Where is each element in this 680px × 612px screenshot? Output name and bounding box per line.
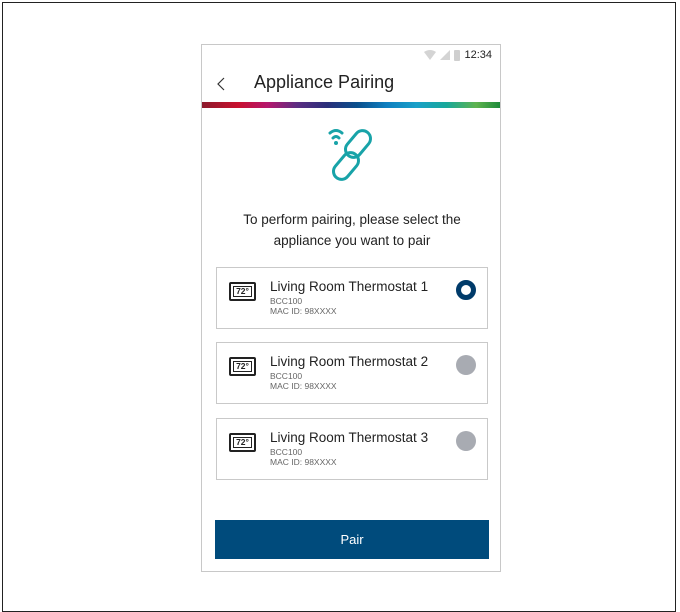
instructions-line-2: appliance you want to pair: [273, 233, 431, 248]
device-name: Living Room Thermostat 1: [270, 279, 429, 294]
phone-screen: 12:34 Appliance Pairing To perform pairi…: [201, 44, 501, 572]
device-model: BCC100: [270, 371, 303, 381]
battery-icon: [454, 49, 461, 61]
status-time: 12:34: [464, 49, 492, 61]
device-mac-id: MAC ID: 98XXXX: [270, 457, 337, 467]
instructions-line-1: To perform pairing, please select the: [243, 212, 461, 227]
thermostat-icon-label: 72°: [233, 437, 252, 448]
pair-button[interactable]: Pair: [215, 520, 489, 559]
device-name: Living Room Thermostat 2: [270, 354, 429, 369]
device-card-2[interactable]: 72° Living Room Thermostat 2 BCC100 MAC …: [216, 342, 488, 404]
radio-unselected[interactable]: [456, 431, 476, 451]
device-mac-id: MAC ID: 98XXXX: [270, 381, 337, 391]
radio-unselected[interactable]: [456, 355, 476, 375]
device-card-3[interactable]: 72° Living Room Thermostat 3 BCC100 MAC …: [216, 418, 488, 480]
device-name: Living Room Thermostat 3: [270, 430, 429, 445]
wifi-icon: [424, 50, 437, 60]
page-title: Appliance Pairing: [254, 72, 395, 92]
instructions-text: To perform pairing, please select the ap…: [218, 209, 486, 251]
radio-selected[interactable]: [456, 280, 476, 300]
device-mac-id: MAC ID: 98XXXX: [270, 306, 337, 316]
brand-color-band: [202, 102, 500, 108]
signal-icon: [440, 50, 451, 60]
wireless-link-icon: [328, 129, 372, 181]
device-model: BCC100: [270, 296, 303, 306]
device-model: BCC100: [270, 447, 303, 457]
thermostat-icon: 72°: [229, 433, 256, 452]
thermostat-icon: 72°: [229, 357, 256, 376]
thermostat-icon-label: 72°: [233, 286, 252, 297]
device-card-1[interactable]: 72° Living Room Thermostat 1 BCC100 MAC …: [216, 267, 488, 329]
app-header: Appliance Pairing: [202, 67, 500, 103]
status-bar: 12:34: [424, 47, 492, 63]
chevron-left-icon[interactable]: [214, 73, 230, 95]
thermostat-icon: 72°: [229, 282, 256, 301]
thermostat-icon-label: 72°: [233, 361, 252, 372]
